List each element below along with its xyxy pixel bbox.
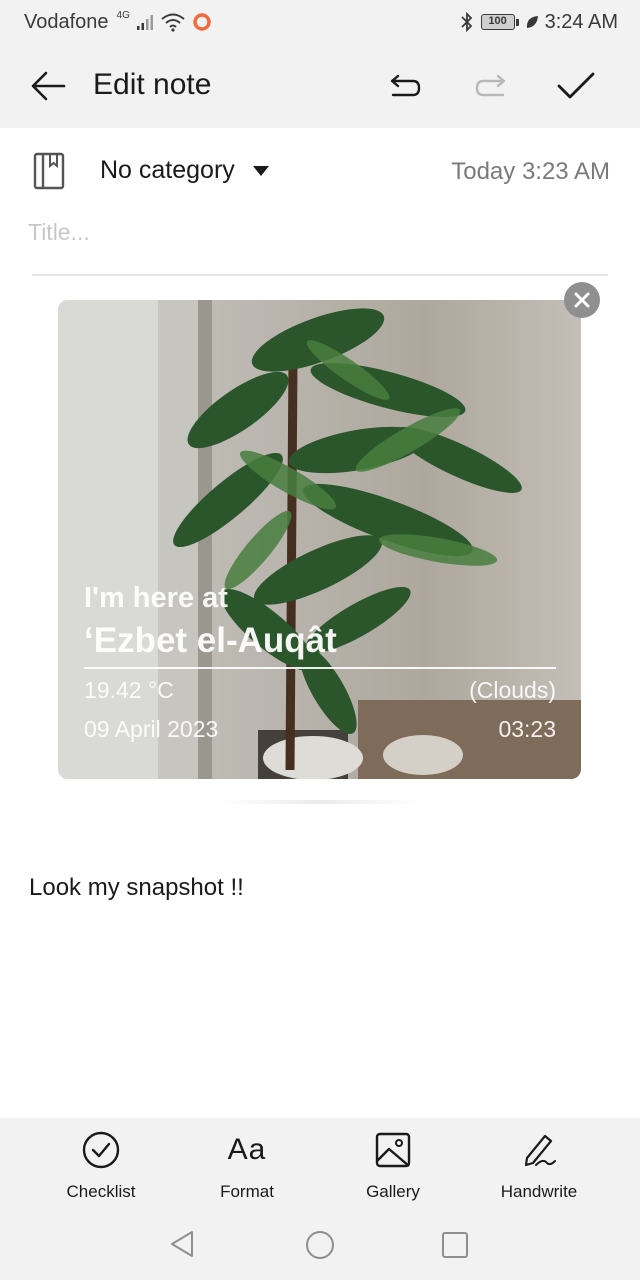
snapshot-image[interactable]: I'm here at ‘Ezbet el-Auqât 19.42 °C (Cl… bbox=[58, 300, 581, 779]
chevron-down-icon bbox=[252, 165, 269, 176]
note-timestamp: Today 3:23 AM bbox=[451, 158, 610, 185]
nav-home-icon[interactable] bbox=[303, 1228, 337, 1262]
carrier-name: Vodafone bbox=[24, 10, 109, 33]
bottom-toolbar: Checklist Aa Format Gallery Handwrite bbox=[0, 1118, 640, 1216]
app-bar: Edit note bbox=[0, 44, 640, 128]
bluetooth-icon bbox=[460, 12, 472, 32]
back-arrow-icon bbox=[31, 71, 66, 101]
status-right: 100 3:24 AM bbox=[459, 11, 618, 34]
title-input[interactable] bbox=[28, 212, 608, 252]
nav-recents-icon[interactable] bbox=[440, 1230, 470, 1260]
status-bar: Vodafone 4G 100 3:24 AM bbox=[0, 0, 640, 44]
snapshot-weather-row: 19.42 °C (Clouds) bbox=[84, 677, 556, 704]
snapshot-overlay: I'm here at ‘Ezbet el-Auqât 19.42 °C (Cl… bbox=[84, 582, 556, 743]
format-icon: Aa bbox=[227, 1133, 267, 1166]
page-title: Edit note bbox=[93, 68, 212, 101]
snapshot-date: 09 April 2023 bbox=[84, 716, 219, 742]
handwrite-icon bbox=[524, 1134, 556, 1167]
wifi-icon bbox=[161, 13, 185, 32]
gallery-label: Gallery bbox=[366, 1182, 420, 1201]
status-left: Vodafone 4G bbox=[24, 9, 212, 34]
system-nav-bar bbox=[0, 1216, 640, 1280]
notebook-icon bbox=[33, 152, 65, 190]
snapshot-intro: I'm here at bbox=[84, 582, 228, 614]
gallery-icon bbox=[375, 1132, 411, 1168]
checklist-label: Checklist bbox=[66, 1182, 136, 1201]
category-label: No category bbox=[100, 156, 235, 184]
category-dropdown[interactable]: No category bbox=[100, 156, 269, 185]
close-icon bbox=[574, 292, 590, 308]
battery-level: 100 bbox=[480, 14, 515, 30]
network-type: 4G bbox=[116, 9, 130, 21]
redo-button[interactable] bbox=[468, 66, 514, 106]
handwrite-button[interactable]: Handwrite bbox=[474, 1128, 604, 1208]
nav-back-icon[interactable] bbox=[166, 1228, 198, 1260]
checklist-button[interactable]: Checklist bbox=[36, 1128, 166, 1208]
snapshot-weather: (Clouds) bbox=[469, 677, 556, 703]
battery-tip bbox=[515, 18, 519, 26]
format-button[interactable]: Aa Format bbox=[182, 1128, 312, 1208]
title-divider bbox=[32, 274, 608, 276]
handwrite-label: Handwrite bbox=[500, 1182, 578, 1201]
checkmark-icon bbox=[557, 72, 595, 99]
note-meta-row: No category Today 3:23 AM bbox=[0, 140, 640, 204]
gallery-button[interactable]: Gallery bbox=[328, 1128, 458, 1208]
redo-icon bbox=[475, 74, 506, 97]
notification-ring-icon bbox=[193, 13, 211, 31]
battery-indicator: 100 bbox=[480, 14, 519, 30]
format-label: Format bbox=[220, 1182, 274, 1201]
remove-image-button[interactable] bbox=[564, 282, 600, 318]
snapshot-temperature: 19.42 °C bbox=[84, 677, 174, 703]
clock: 3:24 AM bbox=[544, 10, 618, 33]
leaf-saver-icon bbox=[526, 16, 538, 28]
back-button[interactable] bbox=[26, 66, 70, 106]
image-shadow bbox=[220, 800, 420, 804]
snapshot-datetime-row: 09 April 2023 03:23 bbox=[84, 716, 556, 743]
snapshot-time: 03:23 bbox=[498, 716, 556, 742]
snapshot-place: ‘Ezbet el-Auqât bbox=[84, 621, 337, 660]
save-button[interactable] bbox=[552, 66, 600, 106]
checklist-icon bbox=[82, 1131, 120, 1169]
undo-icon bbox=[390, 74, 421, 97]
signal-icon bbox=[136, 15, 153, 30]
undo-button[interactable] bbox=[382, 66, 428, 106]
note-body[interactable]: Look my snapshot !! bbox=[29, 874, 244, 902]
snapshot-divider bbox=[84, 667, 556, 669]
